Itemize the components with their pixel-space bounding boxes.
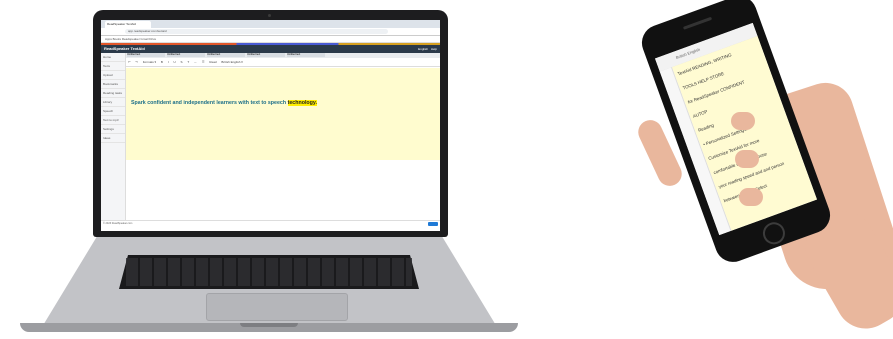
redo-icon[interactable]: ↷ [135, 60, 138, 64]
language-menu[interactable]: English [418, 47, 428, 51]
read-button[interactable]: Read [209, 60, 216, 64]
text-editor[interactable]: Spark confident and independent learners… [126, 68, 440, 160]
laptop-screen: ReadSpeaker TextAid app.readspeaker.com/… [101, 20, 440, 231]
help-link[interactable]: Help [431, 47, 437, 51]
doc-tab[interactable]: Untitled text [287, 53, 325, 57]
sidebar-item[interactable]: Reading tasks [101, 89, 125, 98]
app-header: ReadSpeaker TextAid English Help [101, 43, 440, 53]
sidebar-item[interactable]: Settings [101, 125, 125, 134]
formats-dropdown[interactable]: Formats ▾ [143, 60, 156, 64]
sidebar-item[interactable]: Speech [101, 107, 125, 116]
phone-speaker [682, 16, 713, 30]
bookmarks-bar[interactable]: Apps Books Readspeaker Gmail Drive [101, 36, 440, 43]
phone-text-line: for ReadSpeaker CONFIDENT [687, 79, 746, 105]
browser-tab[interactable]: ReadSpeaker TextAid [105, 21, 151, 28]
sidebar-item[interactable]: Texts [101, 62, 125, 71]
sidebar-item[interactable]: Bookmarks [101, 80, 125, 89]
address-bar: app.readspeaker.com/textaid [101, 28, 440, 36]
doc-tab[interactable]: Untitled text [207, 53, 245, 57]
spacing-button[interactable]: ↔ [194, 60, 197, 64]
hand-finger [735, 150, 759, 168]
lid-notch [240, 323, 298, 327]
list-button[interactable]: ☰ [202, 60, 205, 64]
editor-text-main: Spark confident and independent learners… [131, 100, 288, 106]
text-size-button[interactable]: T [187, 60, 189, 64]
laptop-lid: ReadSpeaker TextAid app.readspeaker.com/… [93, 10, 448, 237]
url-input[interactable]: app.readspeaker.com/textaid [125, 29, 388, 34]
highlighted-word: technology. [287, 100, 317, 106]
brand-strip [101, 43, 440, 45]
app-footer: © 2023 ReadSpeaker.com [101, 220, 440, 231]
phone-text-line: TOOLS HELP STORE [681, 70, 725, 91]
strike-button[interactable]: S [180, 60, 182, 64]
sidebar-item[interactable]: Upload [101, 71, 125, 80]
sidebar-item[interactable]: Home [101, 53, 125, 62]
sidebar-item[interactable]: Text to mp3 [101, 116, 125, 125]
footer-text: © 2023 ReadSpeaker.com [103, 222, 133, 225]
phone-text-line: between modes. Select [723, 183, 768, 204]
laptop-base [0, 236, 538, 332]
doc-tab[interactable]: Untitled text [247, 53, 285, 57]
underline-button[interactable]: U [173, 60, 175, 64]
sidebar-item[interactable]: Library [101, 98, 125, 107]
doc-tab[interactable]: Untitled text [167, 53, 205, 57]
undo-icon[interactable]: ↶ [128, 60, 131, 64]
doc-tab[interactable]: Untitled text [127, 53, 165, 57]
voice-select[interactable]: British English ▾ [221, 60, 242, 64]
keyboard-keys [126, 258, 412, 286]
app-title: ReadSpeaker TextAid [104, 46, 145, 51]
sidebar: Home Texts Upload Bookmarks Reading task… [101, 53, 126, 221]
editor-toolbar: ↶ ↷ Formats ▾ B I U S T ↔ ☰ Read British… [126, 58, 440, 67]
bold-button[interactable]: B [161, 60, 163, 64]
hand-finger [731, 112, 755, 130]
app-body: Home Texts Upload Bookmarks Reading task… [101, 53, 440, 221]
editor-text: Spark confident and independent learners… [131, 100, 317, 106]
italic-button[interactable]: I [168, 60, 169, 64]
trackpad [206, 293, 348, 321]
home-button[interactable] [759, 219, 789, 248]
hand-finger [739, 188, 763, 206]
browser-tab-bar: ReadSpeaker TextAid [101, 20, 440, 28]
sidebar-item[interactable]: Ideas [101, 134, 125, 143]
footer-button[interactable] [428, 222, 438, 226]
webcam [268, 14, 271, 17]
